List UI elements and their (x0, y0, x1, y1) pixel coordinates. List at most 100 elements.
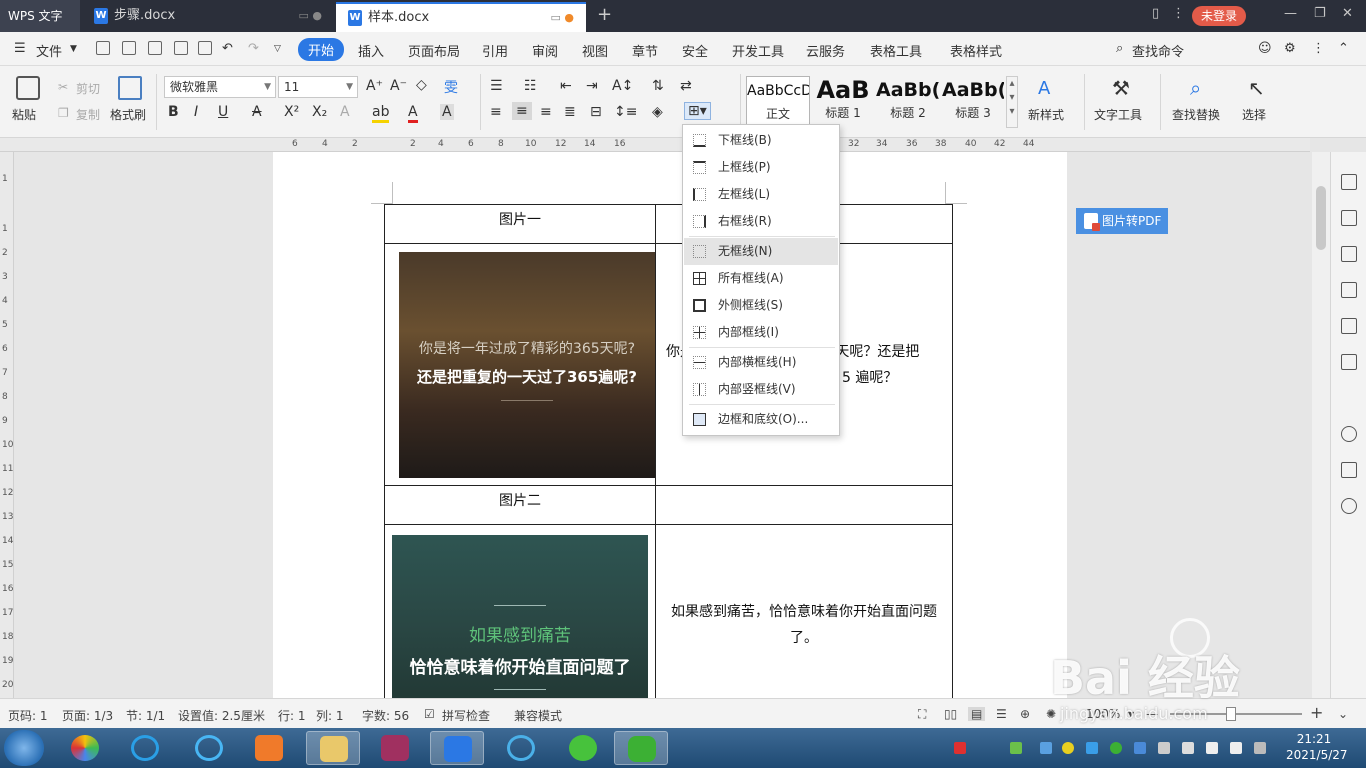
copy-icon[interactable]: ❐ (58, 106, 69, 120)
paragraph-shading-icon[interactable]: ◈ (652, 104, 663, 120)
menu-item-left-border[interactable]: 左框线(L) (684, 181, 838, 208)
print-icon[interactable] (174, 41, 188, 55)
network-icon[interactable] (1206, 742, 1218, 754)
taskbar-app-ie[interactable] (118, 731, 172, 765)
strikethrough-icon[interactable]: A (252, 104, 262, 120)
document-table[interactable]: 图片一 你是将一年过成了精彩的365天呢? 还是把重复的一天过了365遍呢? 你… (384, 204, 953, 698)
tab-security[interactable]: 安全 (682, 41, 708, 60)
new-style-button[interactable]: 新样式 (1028, 106, 1064, 123)
format-painter-icon[interactable] (118, 76, 142, 100)
tab-table-tools[interactable]: 表格工具 (870, 41, 922, 60)
scrollbar-thumb[interactable] (1316, 186, 1326, 250)
tray-safely-remove-icon[interactable] (1182, 742, 1194, 754)
tab-steps-doc[interactable]: W 步骤.docx ▭ ● (82, 2, 334, 32)
cut-button[interactable]: 剪切 (76, 80, 100, 97)
restore-icon[interactable]: ❐ (1314, 6, 1326, 21)
lock-icon[interactable] (1341, 246, 1357, 262)
chevron-down-icon[interactable]: ▼ (70, 44, 77, 54)
scissors-icon[interactable]: ✂ (58, 80, 68, 94)
pdf-export-icon[interactable] (148, 41, 162, 55)
table-cell[interactable]: 如果感到痛苦，恰恰意味着你开始直面问题 了。 (655, 524, 953, 698)
style-heading-2[interactable]: AaBb( 标题 2 (876, 76, 940, 128)
style-scroll-icon[interactable]: ▴ ▾ ▾ (1006, 76, 1018, 128)
menu-item-borders-shading[interactable]: 边框和底纹(O)... (684, 406, 838, 433)
feedback-icon[interactable]: ☺ (1258, 41, 1272, 56)
tray-shield-icon[interactable] (1134, 742, 1146, 754)
font-name-select[interactable]: 微软雅黑 ▼ (164, 76, 276, 98)
taskbar-app-360[interactable] (556, 731, 610, 765)
table-cell[interactable] (655, 485, 953, 525)
align-left-icon[interactable]: ≡ (490, 104, 502, 120)
taskbar-app-ie2[interactable] (182, 731, 236, 765)
vertical-scrollbar[interactable] (1312, 152, 1330, 698)
web-view-icon[interactable]: ⊕ (1020, 707, 1030, 721)
save-icon[interactable] (122, 41, 136, 55)
select-button[interactable]: 选择 (1242, 106, 1266, 123)
taskbar-app-archive[interactable] (368, 731, 422, 765)
tray-sogou-icon[interactable] (954, 742, 966, 754)
volume-icon[interactable] (1230, 742, 1242, 754)
document-canvas[interactable]: 图片一 你是将一年过成了精彩的365天呢? 还是把重复的一天过了365遍呢? 你… (14, 152, 1310, 698)
menu-item-right-border[interactable]: 右框线(R) (684, 208, 838, 235)
login-button[interactable]: 未登录 (1192, 6, 1246, 26)
menu-item-inside-horizontal[interactable]: 内部横框线(H) (684, 349, 838, 376)
font-color-icon[interactable]: A (408, 104, 418, 123)
text-effect-icon[interactable]: A (340, 104, 350, 120)
increase-indent-icon[interactable]: ⇥ (586, 78, 598, 94)
decrease-indent-icon[interactable]: ⇤ (560, 78, 572, 94)
close-icon[interactable]: ✕ (1342, 6, 1353, 21)
tray-wechat-icon[interactable] (1110, 742, 1122, 754)
quick-access-dropdown-icon[interactable]: ▽ (274, 44, 281, 54)
superscript-icon[interactable]: X² (284, 104, 299, 120)
document-page[interactable]: 图片一 你是将一年过成了精彩的365天呢? 还是把重复的一天过了365遍呢? 你… (273, 152, 1067, 698)
align-right-icon[interactable]: ≡ (540, 104, 552, 120)
style-heading-1[interactable]: AaB 标题 1 (812, 76, 874, 128)
tray-battery-icon[interactable] (1010, 742, 1022, 754)
pointer-icon[interactable] (1341, 210, 1357, 226)
menu-item-no-border[interactable]: 无框线(N) (684, 238, 838, 265)
tab-cloud-service[interactable]: 云服务 (806, 41, 845, 60)
shrink-font-icon[interactable]: A⁻ (390, 78, 407, 94)
tab-page-layout[interactable]: 页面布局 (408, 41, 460, 60)
table-cell[interactable]: 你是将一年过成了精彩的365天呢? 还是把重复的一天过了365遍呢? (384, 243, 656, 486)
new-tab-button[interactable]: + (597, 4, 612, 25)
copy-button[interactable]: 复制 (76, 106, 100, 123)
tab-references[interactable]: 引用 (482, 41, 508, 60)
tray-360-icon[interactable] (1062, 742, 1074, 754)
paste-button[interactable]: 粘贴 (12, 106, 36, 123)
clear-format-icon[interactable]: ◇ (416, 77, 427, 93)
status-word-count[interactable]: 字数: 56 (362, 707, 409, 724)
photo-green-quote[interactable]: 如果感到痛苦 恰恰意味着你开始直面问题了 (392, 534, 648, 698)
grow-font-icon[interactable]: A⁺ (366, 78, 383, 94)
taskbar-app-color[interactable] (58, 731, 112, 765)
tab-developer[interactable]: 开发工具 (732, 41, 784, 60)
tray-printer-icon[interactable] (1158, 742, 1170, 754)
horizontal-ruler[interactable]: 6 4 2 2 4 6 8 10 12 14 16 32 34 36 38 40… (0, 138, 1310, 152)
highlight-icon[interactable]: ab (372, 104, 390, 123)
menu-item-inside-borders[interactable]: 内部框线(I) (684, 319, 838, 346)
show-marks-icon[interactable]: ⇄ (680, 78, 692, 94)
tab-table-styles[interactable]: 表格样式 (950, 41, 1002, 60)
find-replace-button[interactable]: 查找替换 (1172, 106, 1220, 123)
tab-insert[interactable]: 插入 (358, 41, 384, 60)
paste-icon[interactable] (16, 76, 40, 100)
outline-view-icon[interactable]: ☰ (996, 707, 1007, 721)
bullet-list-icon[interactable]: ☰ (490, 78, 503, 94)
new-style-icon[interactable]: A (1038, 78, 1050, 99)
taskbar-app-media[interactable] (242, 731, 296, 765)
tray-app-icon[interactable] (1086, 742, 1098, 754)
reading-view-icon[interactable]: ▯▯ (944, 707, 957, 721)
archive-icon[interactable] (1341, 318, 1357, 334)
table-cell[interactable]: 图片二 (384, 485, 656, 525)
text-tools-button[interactable]: 文字工具 (1094, 106, 1142, 123)
wrench-icon[interactable]: ⚒ (1112, 76, 1130, 100)
bold-icon[interactable]: B (168, 104, 179, 120)
justify-icon[interactable]: ≣ (564, 104, 576, 120)
menu-item-outside-borders[interactable]: 外侧框线(S) (684, 292, 838, 319)
style-normal[interactable]: AaBbCcDd 正文 (746, 76, 810, 128)
search-icon[interactable]: ⌕ (1116, 41, 1123, 56)
menu-item-top-border[interactable]: 上框线(P) (684, 154, 838, 181)
italic-icon[interactable]: I (194, 104, 198, 120)
input-method-icon[interactable] (1254, 742, 1266, 754)
undo-icon[interactable]: ↶ (222, 41, 233, 56)
